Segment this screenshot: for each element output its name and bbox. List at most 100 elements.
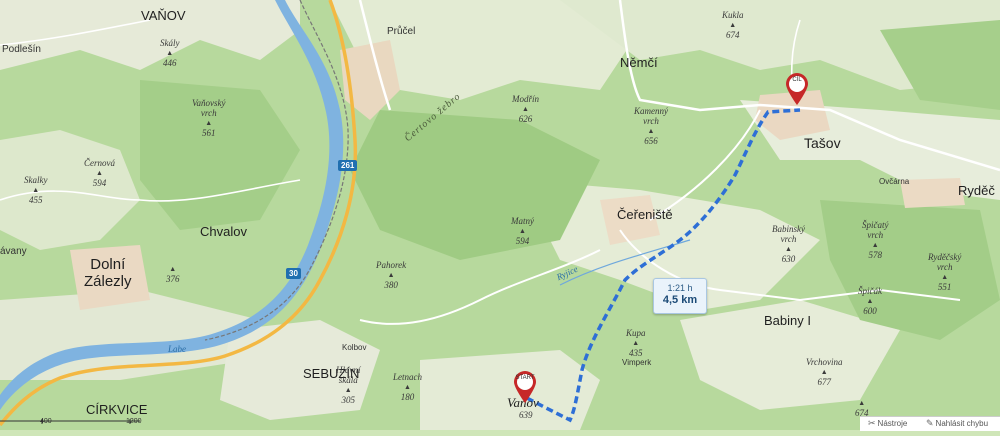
peak-triangle-icon: ▲ — [404, 383, 411, 391]
peak-elev: 551 — [937, 282, 952, 292]
peak-pahorek: Pahorek ▲ 380 — [376, 260, 406, 290]
peak-name: Vrchovina — [806, 357, 843, 367]
peak-elev: 435 — [629, 348, 643, 358]
tools-label: Nástroje — [877, 419, 908, 428]
peak-rydecsky-vrch: Ryděčský vrch ▲ 551 — [928, 252, 961, 292]
peak-triangle-icon: ▲ — [941, 273, 949, 281]
peak-letnach: Letnach ▲ 180 — [393, 372, 422, 402]
place-avany: ávany — [0, 246, 27, 257]
peak-vrchovina: Vrchovina ▲ 677 — [806, 357, 843, 387]
peak-elev: 305 — [341, 395, 356, 405]
place-kolbov: Kolbov — [342, 343, 367, 352]
peak-elev: 677 — [817, 377, 832, 387]
place-rydec: Ryděč — [958, 183, 995, 198]
peak-triangle-icon: ▲ — [647, 127, 655, 135]
peak-elev: 446 — [163, 58, 177, 68]
peak-triangle-icon: ▲ — [871, 241, 879, 249]
peak-elev: 561 — [202, 128, 216, 138]
place-dolni-zalezly: Dolní Zálezly — [84, 256, 132, 290]
peak-name: Špičák — [858, 286, 882, 296]
place-ovcarna: Ovčárna — [879, 177, 910, 186]
map-canvas[interactable] — [0, 0, 1000, 430]
peak-triangle-icon: ▲ — [632, 339, 640, 347]
river-label: Labe — [168, 344, 186, 354]
peak-name: Vaňovský vrch — [192, 98, 226, 118]
peak-elev: 639 — [519, 410, 533, 420]
peak-triangle-icon: ▲ — [169, 265, 177, 273]
peak-triangle-icon: ▲ — [205, 119, 213, 127]
peak-kamenny-vrch: Kamenný vrch ▲ 656 — [634, 106, 668, 146]
peak-spicak: Špičák ▲ 600 — [858, 286, 882, 316]
peak-name: Hlavní skála — [336, 365, 361, 385]
peak-hlavni-skala: Hlavní skála ▲ 305 — [336, 365, 361, 405]
peak-elev: 376 — [166, 274, 180, 284]
peak-triangle-icon: ▲ — [522, 105, 529, 113]
peak-name: Babinský vrch — [772, 224, 805, 244]
peak-name: Matný — [511, 216, 534, 226]
road-badge-30: 30 — [286, 268, 301, 279]
peak-modrin: Modřín ▲ 626 — [512, 94, 539, 124]
peak-triangle-icon: ▲ — [32, 186, 40, 194]
end-pin[interactable]: CÍL — [784, 72, 810, 106]
scale-value-2: 1200 — [126, 418, 142, 425]
report-error-button[interactable]: ✎ Nahlásit chybu — [926, 418, 988, 429]
peak-elev: 180 — [400, 392, 415, 402]
peak-elev: 594 — [515, 236, 530, 246]
peak-name: Pahorek — [376, 260, 407, 270]
place-vanov: VAŇOV — [141, 8, 186, 23]
place-dolni-zalezly-line1: Dolní — [90, 256, 126, 273]
route-info-box[interactable]: 1:21 h 4,5 km — [653, 278, 707, 314]
peak-vanovsky-vrch: Vaňovský vrch ▲ 561 — [192, 98, 226, 138]
scale-bar — [0, 418, 200, 430]
peak-elev: 380 — [384, 280, 398, 290]
peak-elev: 630 — [781, 254, 796, 264]
peak-name: Ryděčský vrch — [928, 252, 962, 272]
road-badge-261: 261 — [338, 160, 358, 171]
peak-elev: 656 — [644, 136, 658, 146]
peak-unnamed-376: ▲ 376 — [166, 264, 180, 284]
end-pin-label: CÍL — [792, 77, 802, 83]
peak-unnamed-674: ▲ 674 — [855, 398, 869, 418]
peak-triangle-icon: ▲ — [858, 399, 866, 407]
scissors-icon: ✂ — [868, 418, 876, 428]
scale-value-1: 400 — [40, 418, 52, 425]
peak-elev: 626 — [518, 114, 533, 124]
peak-triangle-icon: ▲ — [866, 297, 874, 305]
pencil-icon: ✎ — [926, 418, 934, 428]
peak-triangle-icon: ▲ — [729, 21, 737, 29]
peak-skalky: Skalky ▲ 455 — [24, 175, 47, 205]
peak-elev: 594 — [92, 178, 107, 188]
place-chvalov: Chvalov — [200, 224, 247, 239]
peak-unnamed-639: 639 — [519, 410, 533, 420]
peak-name: Kukla — [722, 10, 744, 20]
peak-name: Skály — [160, 38, 180, 48]
place-cirkvice: CÍRKVICE — [86, 402, 148, 417]
peak-triangle-icon: ▲ — [166, 49, 174, 57]
place-dolni-zalezly-line2: Zálezly — [84, 273, 132, 290]
route-time: 1:21 h — [667, 283, 693, 293]
peak-elev: 600 — [863, 306, 877, 316]
start-pin-label: START — [515, 375, 535, 381]
place-vimperk: Vimperk — [622, 358, 652, 367]
peak-elev: 455 — [28, 195, 43, 205]
peak-triangle-icon: ▲ — [344, 386, 352, 394]
peak-elev: 578 — [868, 250, 883, 260]
place-babiny: Babiny I — [764, 313, 811, 328]
map-toolbar: ✂ Nástroje ✎ Nahlásit chybu — [860, 416, 1000, 431]
peak-name: Špičatý vrch — [862, 220, 889, 240]
route-distance: 4,5 km — [662, 294, 698, 306]
peak-triangle-icon: ▲ — [96, 169, 103, 177]
peak-triangle-icon: ▲ — [785, 245, 792, 253]
place-cereniste: Čeřeniště — [617, 207, 673, 222]
place-tasov: Tašov — [804, 135, 841, 151]
tools-button[interactable]: ✂ Nástroje — [868, 418, 907, 429]
peak-spicaty-vrch: Špičatý vrch ▲ 578 — [862, 220, 889, 260]
peak-elev: 674 — [726, 30, 740, 40]
report-label: Nahlásit chybu — [935, 419, 989, 428]
peak-skaly: Skály ▲ 446 — [160, 38, 180, 68]
peak-name: Skalky — [24, 175, 48, 185]
place-podlesin: Podlešín — [2, 44, 41, 55]
peak-name: Modřín — [512, 94, 539, 104]
peak-kupa: Kupa ▲ 435 — [626, 328, 646, 358]
start-pin[interactable]: START — [512, 370, 538, 404]
